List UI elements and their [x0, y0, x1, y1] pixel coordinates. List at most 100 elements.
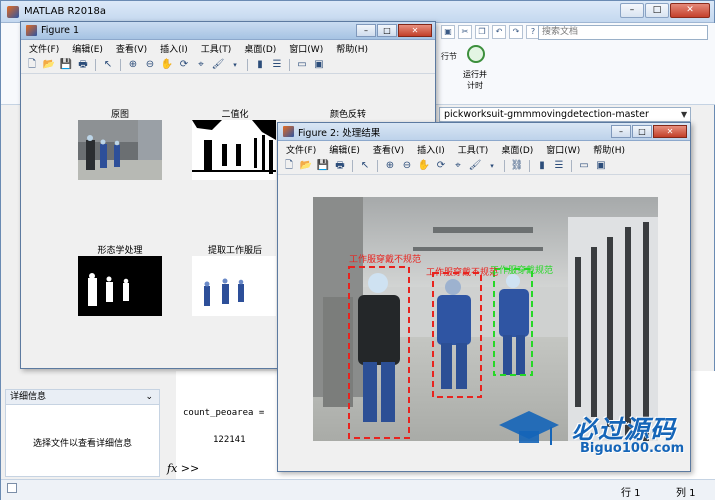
subplot-title-extracted: 提取工作服后	[207, 246, 262, 256]
menu-tools[interactable]: 工具(T)	[201, 42, 232, 55]
zoom-out-icon[interactable]: ⊖	[143, 58, 157, 72]
menu-insert[interactable]: 插入(I)	[417, 143, 445, 156]
figure2-titlebar: Figure 2: 处理结果 – □ ✕	[278, 123, 690, 141]
data-cursor-icon[interactable]: ⌖	[451, 159, 465, 173]
status-row: 行 1	[621, 488, 641, 499]
menu-help[interactable]: 帮助(H)	[336, 42, 368, 55]
pan-icon[interactable]: ✋	[417, 159, 431, 173]
maximize-button[interactable]: □	[645, 3, 669, 18]
cut-icon[interactable]: ✂	[458, 25, 472, 39]
subplot-title-morph: 形态学处理	[97, 246, 143, 256]
menu-tools[interactable]: 工具(T)	[458, 143, 489, 156]
rotate-icon[interactable]: ⟳	[434, 159, 448, 173]
legend-icon[interactable]: ☰	[552, 159, 566, 173]
menu-edit[interactable]: 编辑(E)	[329, 143, 360, 156]
matlab-titlebar: MATLAB R2018a – □ ✕	[1, 1, 714, 23]
zoom-out-icon[interactable]: ⊖	[400, 159, 414, 173]
print-icon[interactable]: 🖶	[333, 159, 347, 173]
minimize-button[interactable]: –	[611, 125, 631, 138]
pan-icon[interactable]: ✋	[160, 58, 174, 72]
save-icon[interactable]: ▣	[441, 25, 455, 39]
figure1-titlebar: Figure 1 – □ ✕	[21, 22, 435, 40]
status-col: 列 1	[676, 488, 696, 499]
details-panel-title: 详细信息 ⌄	[6, 390, 159, 405]
print-icon[interactable]: 🖶	[76, 58, 90, 72]
toolbar-separator	[571, 159, 572, 172]
details-panel: 详细信息 ⌄ 选择文件以查看详细信息	[5, 389, 160, 477]
panel-toggle-icon[interactable]	[7, 483, 17, 493]
undo-icon[interactable]: ↶	[492, 25, 506, 39]
menu-window[interactable]: 窗口(W)	[289, 42, 323, 55]
matlab-logo-icon	[283, 126, 294, 137]
run-and-time-icon[interactable]	[467, 45, 485, 63]
close-button[interactable]: ✕	[653, 125, 687, 138]
minimize-button[interactable]: –	[620, 3, 644, 18]
maximize-button[interactable]: □	[632, 125, 652, 138]
chevron-down-icon[interactable]: ▾	[485, 159, 499, 173]
subplot-original-image	[78, 120, 162, 180]
pointer-icon[interactable]: ↖	[101, 58, 115, 72]
command-prompt[interactable]: fx >>	[167, 462, 199, 475]
menu-desktop[interactable]: 桌面(D)	[244, 42, 276, 55]
run-section-label[interactable]: 行节	[441, 51, 457, 62]
toolbar-separator	[352, 159, 353, 172]
current-folder-path[interactable]: pickworksuit-gmmmovingdetection-master	[439, 107, 691, 122]
run-and-time-button[interactable]: 运行并 计时	[463, 69, 487, 91]
subplot-extracted-image	[192, 256, 276, 316]
command-output-value: 122141	[213, 435, 246, 445]
command-output-varname: count_peoarea =	[183, 408, 265, 418]
menu-insert[interactable]: 插入(I)	[160, 42, 188, 55]
link-plot-icon[interactable]: ⛓	[510, 159, 524, 173]
hide-plot-tools-icon[interactable]: ▭	[577, 159, 591, 173]
rotate-icon[interactable]: ⟳	[177, 58, 191, 72]
save-icon[interactable]: 💾	[59, 58, 73, 72]
minimize-button[interactable]: –	[356, 24, 376, 37]
zoom-in-icon[interactable]: ⊕	[383, 159, 397, 173]
redo-icon[interactable]: ↷	[509, 25, 523, 39]
show-plot-tools-icon[interactable]: ▣	[594, 159, 608, 173]
toolbar-separator	[95, 58, 96, 71]
menu-view[interactable]: 查看(V)	[116, 42, 147, 55]
toolbar-separator	[247, 58, 248, 71]
figure2-title: Figure 2: 处理结果	[298, 127, 381, 139]
menu-file[interactable]: 文件(F)	[29, 42, 59, 55]
menu-view[interactable]: 查看(V)	[373, 143, 404, 156]
open-icon[interactable]: 📂	[299, 159, 313, 173]
new-figure-icon[interactable]: 🗋	[25, 58, 39, 72]
menu-edit[interactable]: 编辑(E)	[72, 42, 103, 55]
figure1-toolbar: 🗋 📂 💾 🖶 ↖ ⊕ ⊖ ✋ ⟳ ⌖ 🖌 ▾ ▮ ☰ ▭ ▣	[21, 56, 435, 74]
data-cursor-icon[interactable]: ⌖	[194, 58, 208, 72]
close-button[interactable]: ✕	[670, 3, 710, 18]
maximize-button[interactable]: □	[377, 24, 397, 37]
zoom-in-icon[interactable]: ⊕	[126, 58, 140, 72]
toolbar-separator	[529, 159, 530, 172]
chevron-down-icon[interactable]: ▾	[228, 58, 242, 72]
menu-help[interactable]: 帮助(H)	[593, 143, 625, 156]
search-docs-input[interactable]: 搜索文档	[538, 25, 708, 40]
copy-icon[interactable]: ❐	[475, 25, 489, 39]
pointer-icon[interactable]: ↖	[358, 159, 372, 173]
chevron-down-icon[interactable]: ⌄	[145, 390, 153, 404]
subplot-title-binary: 二值化	[221, 110, 249, 120]
hide-plot-tools-icon[interactable]: ▭	[295, 58, 309, 72]
figure1-title: Figure 1	[41, 25, 80, 36]
chevron-down-icon[interactable]: ▼	[681, 110, 687, 119]
colorbar-icon[interactable]: ▮	[253, 58, 267, 72]
show-plot-tools-icon[interactable]: ▣	[312, 58, 326, 72]
colorbar-icon[interactable]: ▮	[535, 159, 549, 173]
save-icon[interactable]: 💾	[316, 159, 330, 173]
legend-icon[interactable]: ☰	[270, 58, 284, 72]
brush-icon[interactable]: 🖌	[468, 159, 482, 173]
toolbar-separator	[504, 159, 505, 172]
brush-icon[interactable]: 🖌	[211, 58, 225, 72]
matlab-logo-icon	[26, 25, 37, 36]
figure1-menubar: 文件(F) 编辑(E) 查看(V) 插入(I) 工具(T) 桌面(D) 窗口(W…	[21, 40, 435, 56]
watermark-url: Biguo100.com	[580, 441, 685, 456]
open-icon[interactable]: 📂	[42, 58, 56, 72]
label-compliant: 工作服穿戴规范	[490, 266, 554, 276]
close-button[interactable]: ✕	[398, 24, 432, 37]
menu-window[interactable]: 窗口(W)	[546, 143, 580, 156]
menu-desktop[interactable]: 桌面(D)	[501, 143, 533, 156]
new-figure-icon[interactable]: 🗋	[282, 159, 296, 173]
menu-file[interactable]: 文件(F)	[286, 143, 316, 156]
